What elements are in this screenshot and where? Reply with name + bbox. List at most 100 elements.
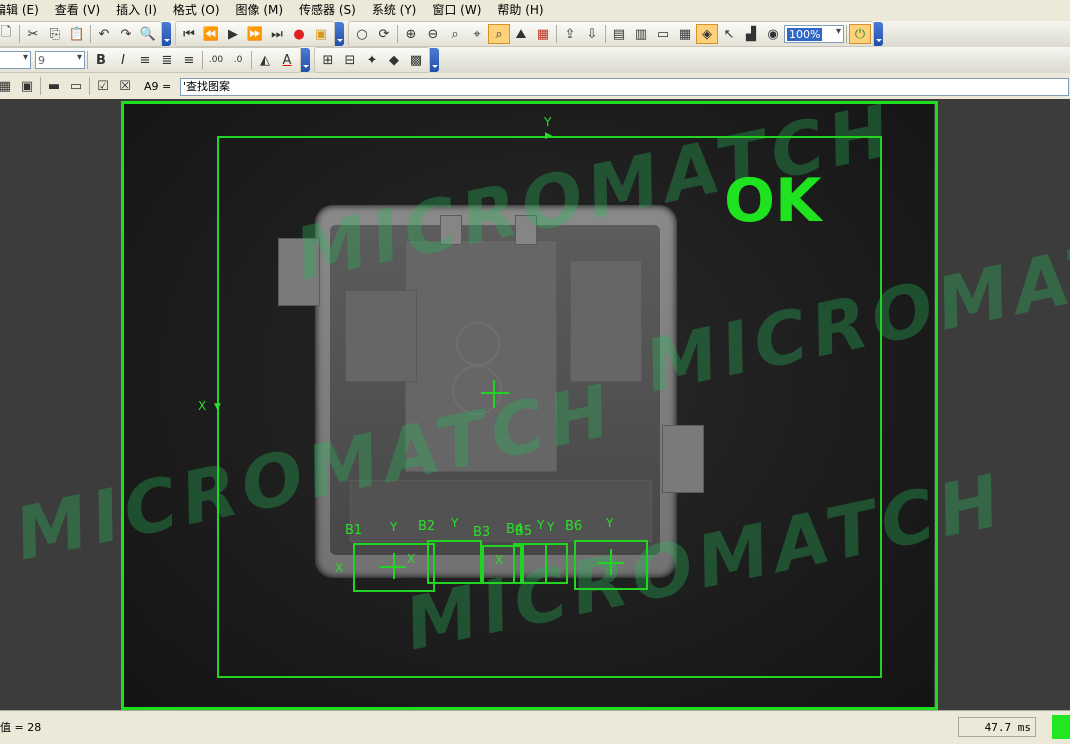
cell-reference: A9 = [144,79,172,93]
axis-x-arrow: ▼ [214,402,221,412]
roi-y-label: Y [537,518,545,532]
table-icon[interactable]: ▥ [630,24,652,44]
cut-icon[interactable]: ✂ [22,24,44,44]
display-icon[interactable]: ▭ [652,24,674,44]
last-frame-icon[interactable]: ⏭ [266,24,288,44]
roi-x-label: X [335,561,344,575]
toolbar-options-button-5[interactable] [430,48,439,72]
pointer-tool-icon[interactable]: ↖ [718,24,740,44]
align-center-icon[interactable]: ≣ [156,50,178,70]
roi-b5[interactable] [522,543,568,584]
prev-frame-icon[interactable]: ⏪ [200,24,222,44]
menu-insert[interactable]: 插入 (I) [108,0,165,21]
toolbar-options-button[interactable] [162,22,171,46]
cycle-time: 47.7 ms [958,717,1036,737]
roi-b2[interactable] [427,540,482,584]
rotate-icon[interactable]: ⟳ [373,24,395,44]
align-right-icon[interactable]: ≡ [178,50,200,70]
record-icon[interactable]: ● [288,24,310,44]
first-frame-icon[interactable]: ⏮ [178,24,200,44]
zoom-region-icon[interactable]: ⌖ [466,24,488,44]
zoom-fit-icon[interactable]: ⌕ [444,24,466,44]
roi-y-label: Y [390,520,398,534]
axis-y-arrow: ▶ [545,131,552,141]
menu-system[interactable]: 系统 (Y) [364,0,425,21]
zoom-actual-icon[interactable]: ⌕ [488,24,510,44]
menu-help[interactable]: 帮助 (H) [489,0,551,21]
toolbar-options-button-3[interactable] [874,22,883,46]
zoom-select[interactable]: 100% [784,25,844,43]
zoom-out-icon[interactable]: ⊖ [422,24,444,44]
zoom-in-icon[interactable]: ⊕ [400,24,422,44]
wand-icon[interactable]: ✦ [361,50,383,70]
roi-x-label: X [495,553,504,567]
insert-row-icon[interactable]: ▬ [43,76,65,96]
font-name-select[interactable] [0,51,31,69]
italic-icon[interactable]: I [112,50,134,70]
toolbar-options-button-2[interactable] [335,22,344,46]
roi-label-b6: B6 [565,519,583,534]
roi-y-label: Y [547,520,555,534]
camera-icon[interactable]: ◉ [762,24,784,44]
download-icon[interactable]: ⇩ [581,24,603,44]
circle-tool-icon[interactable]: ○ [351,24,373,44]
find-icon[interactable]: 🔍 [137,24,159,44]
menu-image[interactable]: 图像 (M) [228,0,292,21]
roi-b6-crosshair [610,549,612,575]
redo-icon[interactable]: ↷ [115,24,137,44]
roi-label-b2: B2 [418,519,436,534]
image-adjust-icon[interactable]: ⛰ [510,24,532,44]
histogram-icon[interactable]: ▟ [740,24,762,44]
open-folder-icon[interactable]: ▣ [310,24,332,44]
menu-edit[interactable]: 编辑 (E) [0,0,47,21]
bold-icon[interactable]: B [90,50,112,70]
tree-expand-icon[interactable]: ⊞ [317,50,339,70]
align-left-icon[interactable]: ≡ [134,50,156,70]
format-toolbar: 9 B I ≡ ≣ ≡ .00 .0 ◭ A ⊞ ⊟ ✦ ◆ ▩ [0,47,1070,74]
status-value: 值 = 28 [0,721,42,734]
calculator-icon[interactable]: ▩ [405,50,427,70]
spreadsheet-icon[interactable]: ▤ [608,24,630,44]
standard-toolbar: 🗋 ✂ ⎘ 📋 ↶ ↷ 🔍 ⏮ ⏪ ▶ ⏩ ⏭ ● ▣ ○ ⟳ ⊕ ⊖ ⌕ ⌖ … [0,21,1070,48]
menu-format[interactable]: 格式 (O) [165,0,228,21]
result-ok: OK [724,166,822,236]
next-frame-icon[interactable]: ⏩ [244,24,266,44]
spreadsheet-view-icon[interactable]: ▦ [0,76,16,96]
overlay-icon[interactable]: ◈ [696,24,718,44]
axis-y-label: Y [544,115,552,129]
diamond-icon[interactable]: ◆ [383,50,405,70]
roi-label-b3: B3 [473,525,491,540]
cancel-icon[interactable]: ☒ [114,76,136,96]
increase-decimal-icon[interactable]: .00 [205,50,227,70]
zoom-value: 100% [787,27,823,41]
undo-icon[interactable]: ↶ [93,24,115,44]
font-color-icon[interactable]: A [276,50,298,70]
menu-window[interactable]: 窗口 (W) [424,0,489,21]
upload-icon[interactable]: ⇪ [559,24,581,44]
axis-x-label: X [198,399,207,413]
tree-collapse-icon[interactable]: ⊟ [339,50,361,70]
play-icon[interactable]: ▶ [222,24,244,44]
image-view-icon[interactable]: ▣ [16,76,38,96]
accept-icon[interactable]: ☑ [92,76,114,96]
formula-input[interactable]: '查找图案 [180,78,1069,96]
decrease-decimal-icon[interactable]: .0 [227,50,249,70]
menu-view[interactable]: 查看 (V) [47,0,108,21]
paste-icon[interactable]: 📋 [66,24,88,44]
grid-icon[interactable]: ▦ [674,24,696,44]
print-preview-icon[interactable]: 🗋 [0,24,17,44]
color-image-icon[interactable]: ▦ [532,24,554,44]
roi-label-b5: B5 [515,524,533,539]
fill-color-icon[interactable]: ◭ [254,50,276,70]
insert-col-icon[interactable]: ▭ [65,76,87,96]
roi-y-label: Y [451,516,459,530]
status-bar: 值 = 28 47.7 ms [0,710,1070,744]
roi-x-label: X [407,552,416,566]
menu-sensor[interactable]: 传感器 (S) [291,0,364,21]
online-power-icon[interactable]: ⏻ [849,24,871,44]
toolbar-options-button-4[interactable] [301,48,310,72]
pattern-center-crosshair [481,392,509,394]
copy-icon[interactable]: ⎘ [44,24,66,44]
font-size-select[interactable]: 9 [35,51,85,69]
status-indicator [1052,715,1070,739]
